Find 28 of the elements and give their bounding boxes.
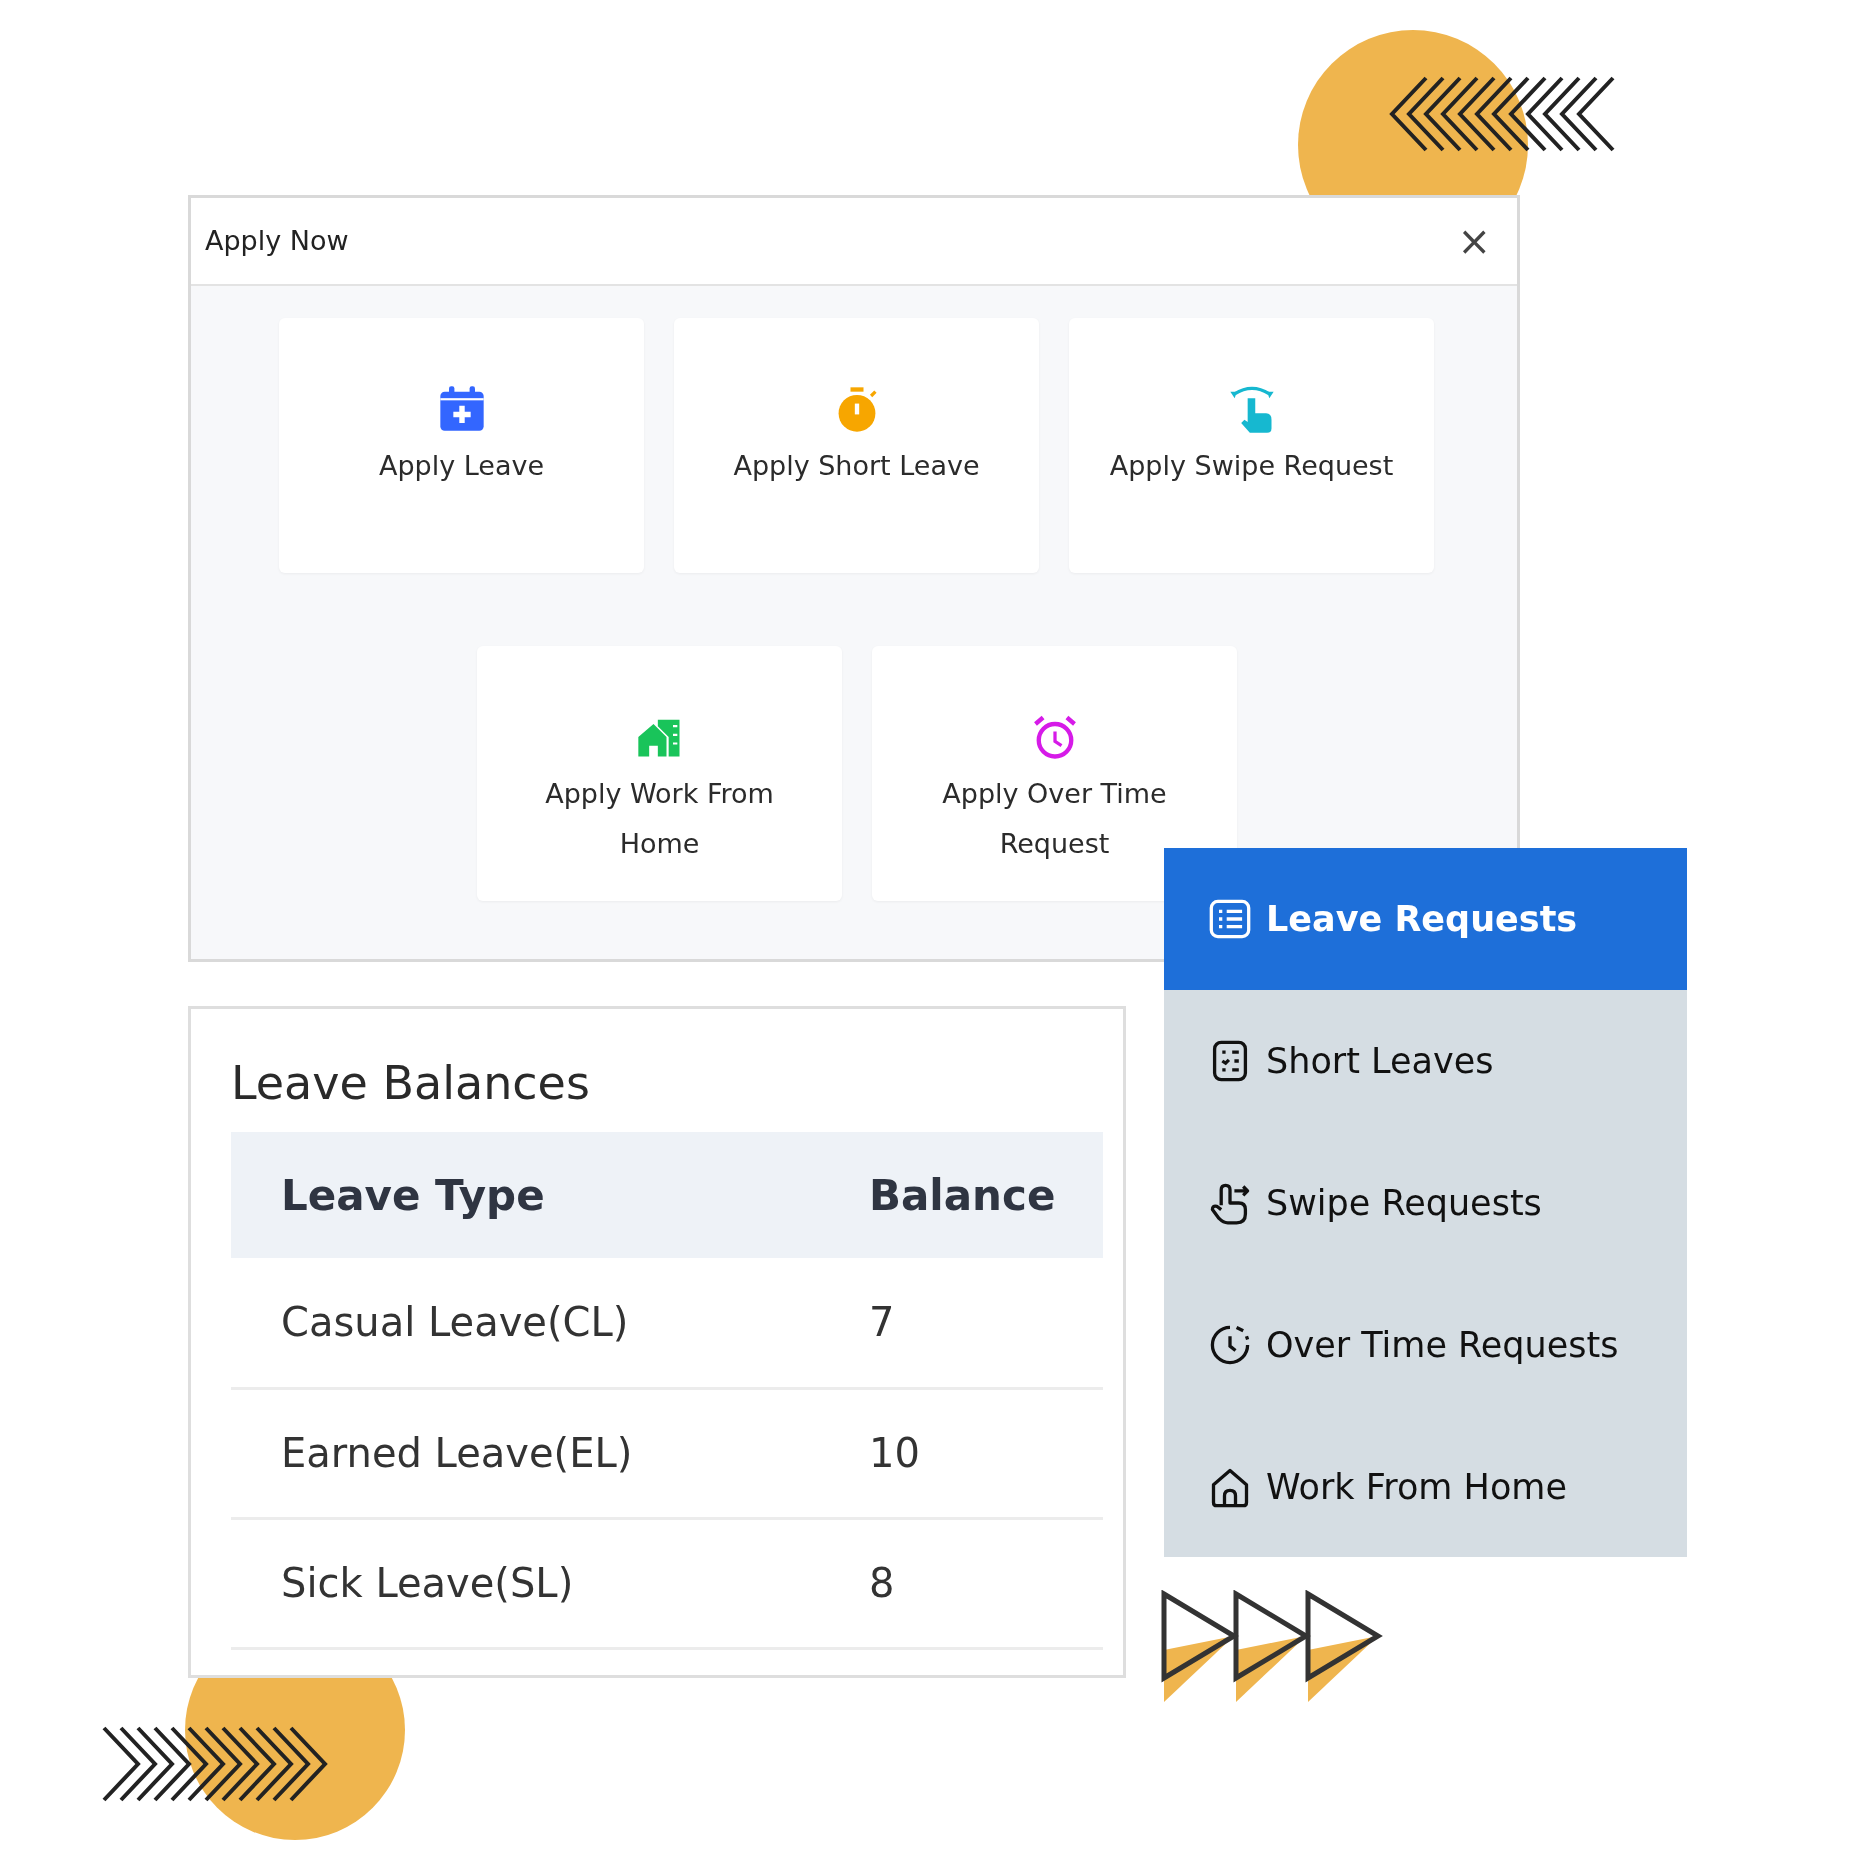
list-icon xyxy=(1208,897,1252,941)
apply-card[interactable]: Apply Over Time Request xyxy=(872,646,1237,901)
apply-card[interactable]: Apply Swipe Request xyxy=(1069,318,1434,573)
hand-swipe-icon xyxy=(1208,1181,1252,1225)
sidebar-item[interactable]: Work From Home xyxy=(1164,1416,1687,1558)
close-button[interactable]: × xyxy=(1451,221,1497,261)
apply-card[interactable]: Apply Work From Home xyxy=(477,646,842,901)
table-cell: 10 xyxy=(868,1388,1103,1518)
table-cell: Sick Leave(SL) xyxy=(231,1518,868,1648)
sidebar-item[interactable]: Swipe Requests xyxy=(1164,1132,1687,1274)
sidebar-item[interactable]: Short Leaves xyxy=(1164,990,1687,1132)
apply-card[interactable]: Apply Short Leave xyxy=(674,318,1039,573)
clock-icon xyxy=(1208,1323,1252,1367)
column-header: Leave Type xyxy=(231,1132,868,1258)
apply-card[interactable]: Apply Leave xyxy=(279,318,644,573)
card-label: Apply Short Leave xyxy=(732,449,981,483)
card-label: Apply Swipe Request xyxy=(1108,449,1395,483)
sidebar-item[interactable]: Over Time Requests xyxy=(1164,1274,1687,1416)
panel-title: Leave Balances xyxy=(231,1055,591,1112)
table-cell: Earned Leave(EL) xyxy=(231,1388,868,1518)
sidebar-item[interactable]: Leave Requests xyxy=(1164,848,1687,990)
card-label: Apply Work From Home xyxy=(544,777,775,861)
table-cell: 7 xyxy=(868,1258,1103,1388)
column-header: Balance xyxy=(868,1132,1103,1258)
card-label: Apply Leave xyxy=(377,449,546,483)
dialog-title: Apply Now xyxy=(205,223,349,258)
table-cell: 8 xyxy=(868,1518,1103,1648)
table-cell: Casual Leave(CL) xyxy=(231,1258,868,1388)
